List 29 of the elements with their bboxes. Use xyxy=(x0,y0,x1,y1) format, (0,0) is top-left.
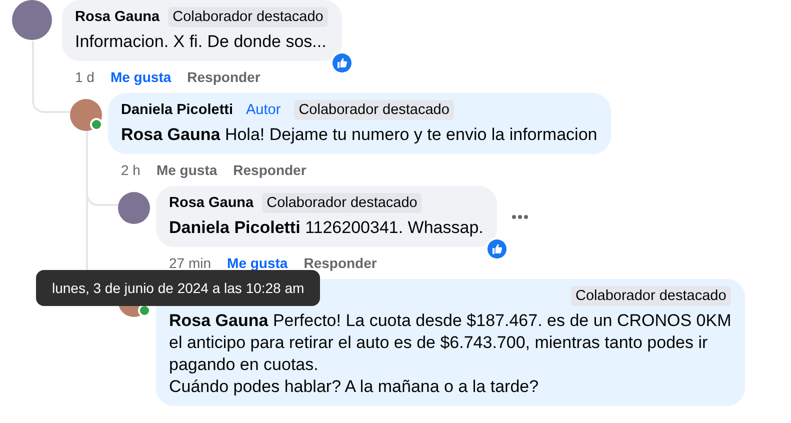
comment-text: Daniela Picoletti 1126200341. Whassap. xyxy=(169,217,484,239)
comment-text: Rosa Gauna Perfecto! La cuota desde $187.467. es de un CRONOS 0KM el anticipo para retirar el auto es de $6.743.700, mientras tanto podes ir pagando en cuotas. Cuándo podes hablar? A la mañana o a la tarde? xyxy=(169,310,732,398)
timestamp-link[interactable]: 2 h xyxy=(121,162,140,178)
comment-text: Informacion. X fi. De donde sos... xyxy=(75,31,328,53)
like-link[interactable]: Me gusta xyxy=(227,255,288,271)
reply-link[interactable]: Responder xyxy=(233,162,306,178)
author-label: Autor xyxy=(245,101,282,120)
reply-link[interactable]: Responder xyxy=(187,69,260,85)
contributor-badge: Colaborador destacado xyxy=(262,193,422,213)
timestamp-link[interactable]: 1 d xyxy=(75,69,94,85)
reply-link[interactable]: Responder xyxy=(304,255,377,271)
avatar[interactable] xyxy=(118,192,150,224)
contributor-badge: Colaborador destacado xyxy=(570,286,732,306)
like-reaction-icon[interactable] xyxy=(330,51,354,75)
avatar[interactable] xyxy=(70,99,102,131)
timestamp-link[interactable]: 27 min xyxy=(169,255,212,271)
comment-text: Rosa Gauna Hola! Dejame tu numero y te envio la informacion xyxy=(121,124,598,146)
like-link[interactable]: Me gusta xyxy=(110,69,172,85)
author-name[interactable]: Daniela Picoletti xyxy=(121,102,234,118)
avatar[interactable] xyxy=(12,0,52,40)
date-tooltip: lunes, 3 de junio de 2024 a las 10:28 am xyxy=(36,270,320,306)
like-link[interactable]: Me gusta xyxy=(156,162,218,178)
author-name[interactable]: Rosa Gauna xyxy=(75,9,160,25)
author-name[interactable]: Rosa Gauna xyxy=(169,195,254,211)
thread-connector xyxy=(32,87,70,113)
more-options-icon[interactable] xyxy=(511,214,530,220)
contributor-badge: Colaborador destacado xyxy=(294,100,454,120)
contributor-badge: Colaborador destacado xyxy=(168,7,328,27)
like-reaction-icon[interactable] xyxy=(485,237,510,261)
